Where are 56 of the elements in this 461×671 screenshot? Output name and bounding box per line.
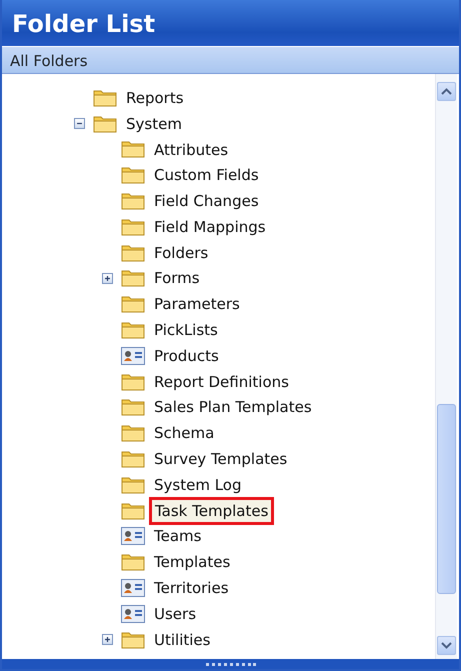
vertical-scrollbar[interactable] <box>435 74 457 659</box>
folder-icon <box>121 630 145 649</box>
contact-card-icon <box>121 579 145 598</box>
tree-item[interactable]: Attributes <box>149 136 234 162</box>
tree-item[interactable]: Parameters <box>149 291 245 318</box>
tree-item[interactable]: Report Definitions <box>149 368 294 395</box>
folder-icon <box>121 166 145 184</box>
tree-item[interactable]: Templates <box>149 549 236 576</box>
folder-icon <box>121 553 145 572</box>
folder-icon <box>121 450 145 468</box>
scroll-thumb[interactable] <box>437 404 456 594</box>
folder-icon <box>121 192 145 210</box>
tree-item[interactable]: Reports <box>121 84 189 111</box>
scroll-down-button[interactable] <box>437 636 456 655</box>
folder-icon <box>121 269 145 288</box>
tree-item[interactable]: System Log <box>149 472 246 498</box>
tree-item[interactable]: Sales Plan Templates <box>149 394 317 420</box>
tree-item[interactable]: Teams <box>149 523 206 550</box>
tree-item[interactable]: Task Templates <box>149 496 274 525</box>
folder-icon <box>121 140 145 158</box>
folder-icon <box>93 88 117 107</box>
tree-item[interactable]: Field Changes <box>149 188 264 214</box>
scroll-up-button[interactable] <box>437 82 456 101</box>
tree-item[interactable]: Folders <box>149 240 214 266</box>
tree-item[interactable]: Users <box>149 600 202 627</box>
folder-icon <box>121 476 145 494</box>
folder-icon <box>121 398 145 416</box>
folder-icon <box>121 218 145 236</box>
tree-item[interactable]: Utilities <box>149 626 216 653</box>
folder-icon <box>121 321 145 340</box>
all-folders-header: All Folders <box>2 46 459 74</box>
tree-item[interactable]: System <box>121 110 187 137</box>
tree-item[interactable]: Schema <box>149 420 220 446</box>
folder-icon <box>121 372 145 391</box>
panel-title: Folder List <box>2 0 459 46</box>
resize-grip-icon[interactable] <box>206 662 256 666</box>
tree-item[interactable]: Products <box>149 342 224 369</box>
folder-icon <box>121 295 145 314</box>
folder-icon <box>121 502 145 520</box>
chevron-up-icon <box>441 88 452 95</box>
tree-item[interactable]: Field Mappings <box>149 214 271 240</box>
folder-icon <box>121 244 145 262</box>
contact-card-icon <box>121 346 145 365</box>
tree-item[interactable]: Survey Templates <box>149 446 292 472</box>
tree-item[interactable]: Custom Fields <box>149 162 264 188</box>
expand-toggle-icon[interactable] <box>102 634 113 646</box>
expand-toggle-icon[interactable] <box>102 272 113 284</box>
collapse-toggle-icon[interactable] <box>74 118 85 130</box>
tree-item[interactable]: Forms <box>149 265 205 292</box>
tree-item[interactable]: Territories <box>149 575 234 602</box>
contact-card-icon <box>121 527 145 546</box>
folder-icon <box>93 114 117 133</box>
chevron-down-icon <box>441 642 452 649</box>
folder-icon <box>121 424 145 442</box>
tree-item[interactable]: PickLists <box>149 317 223 344</box>
contact-card-icon <box>121 604 145 623</box>
